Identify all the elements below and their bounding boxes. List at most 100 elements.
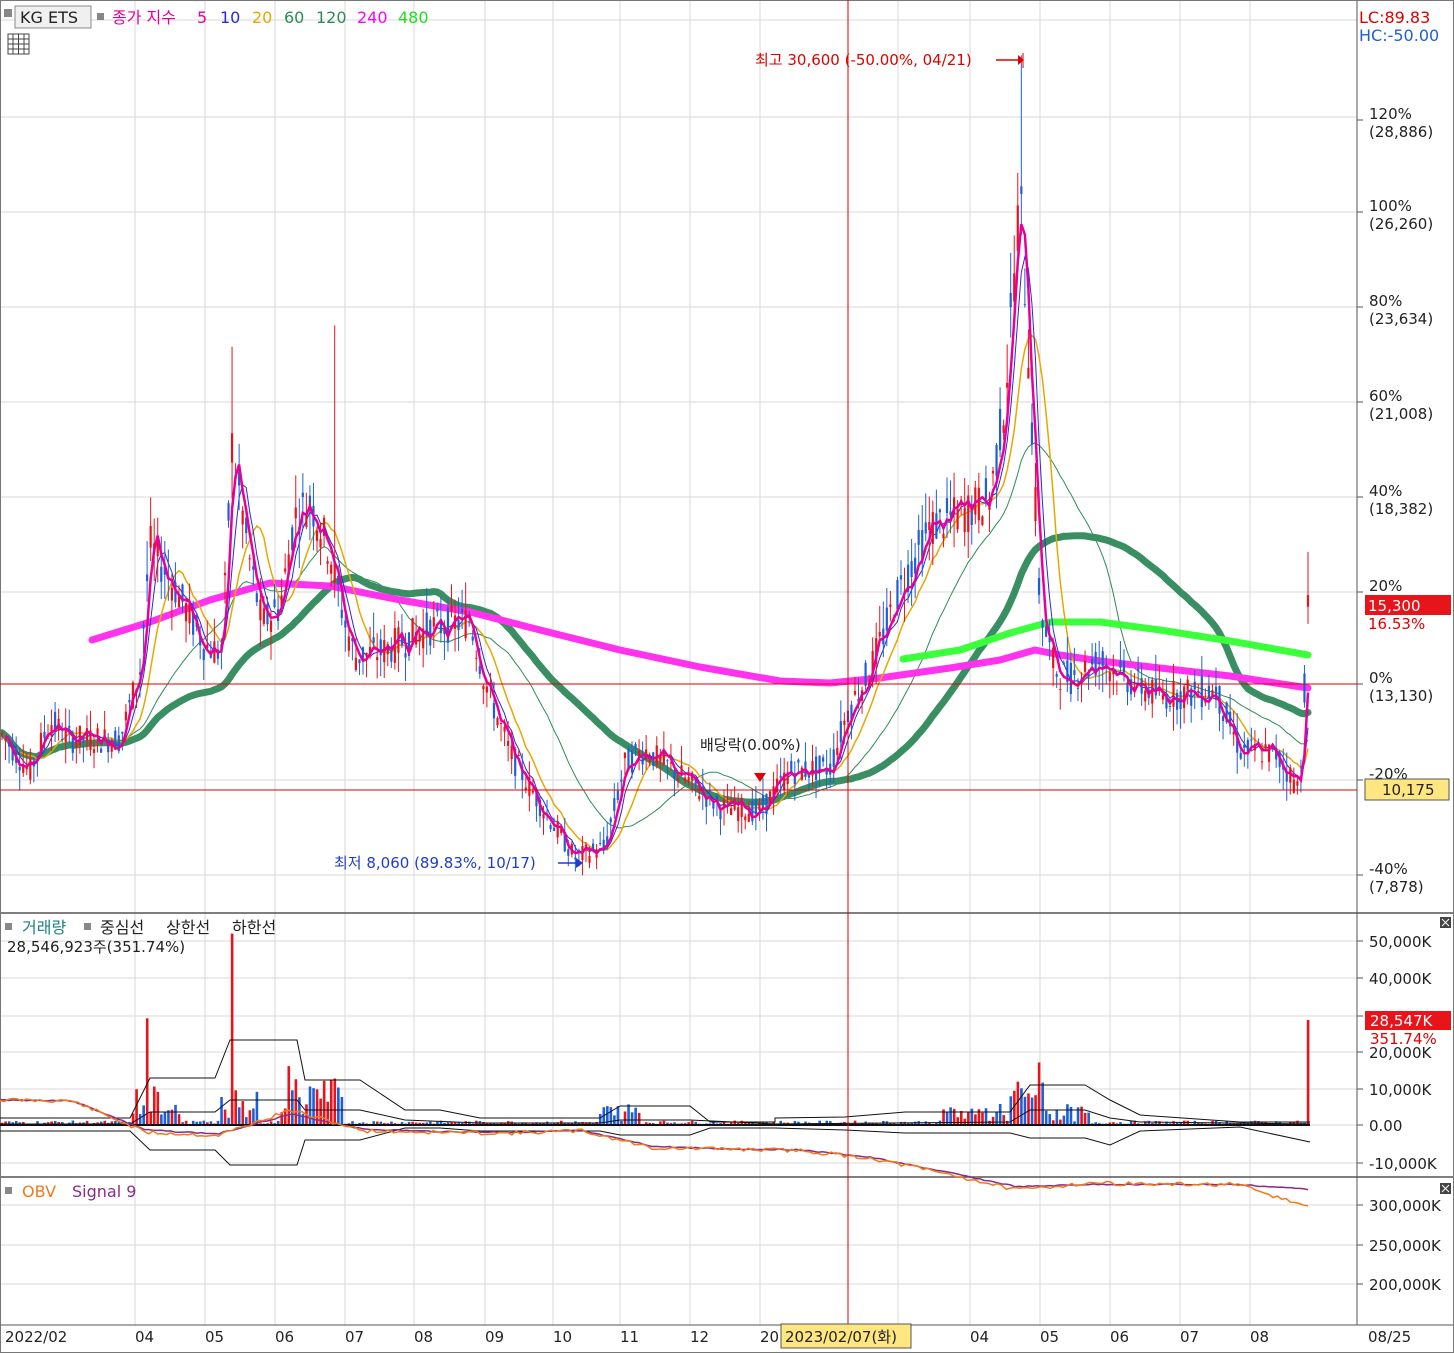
volume-title[interactable]: 거래량: [22, 918, 66, 937]
volume-bar: [1055, 1109, 1059, 1125]
candle-body: [1009, 292, 1012, 308]
candle-body: [29, 757, 32, 780]
candle-body: [1037, 578, 1041, 595]
candle-body: [1076, 687, 1080, 689]
volume-bar: [981, 1112, 984, 1125]
candle-body: [248, 558, 251, 560]
volume-bar: [308, 1086, 312, 1125]
candle-body: [822, 757, 825, 762]
candle-body: [1172, 681, 1175, 707]
candle-body: [78, 725, 81, 746]
candle-body: [719, 811, 722, 820]
candle-body: [1296, 781, 1299, 786]
candle-body: [1200, 675, 1203, 708]
candle-body: [496, 717, 499, 726]
ma-legend-60[interactable]: 60: [284, 8, 304, 27]
candle-body: [889, 604, 892, 607]
candle-body: [1250, 739, 1253, 741]
volume-legend-upper[interactable]: 상한선: [166, 918, 210, 937]
stock-chart-window[interactable]: KG ETS 종가 지수 5 10 20 60 120 240 480 LC:89.83 H…: [0, 0, 1454, 1353]
crosshair-date-label: 2023/02/07(화): [785, 1328, 897, 1346]
candle-body: [1069, 662, 1072, 695]
candle-body: [184, 603, 188, 622]
candle-body: [914, 557, 917, 574]
candle-body: [956, 508, 959, 530]
symbol-label[interactable]: KG ETS: [20, 8, 78, 27]
candle-body: [230, 433, 234, 463]
volume-bar: [227, 1117, 230, 1125]
candle-body: [1073, 669, 1076, 675]
candle-body: [301, 492, 304, 498]
candle-body: [461, 609, 464, 613]
candle-body: [160, 566, 163, 582]
candle-body: [223, 572, 227, 576]
ma-legend-480[interactable]: 480: [398, 8, 429, 27]
candle-body: [977, 487, 980, 521]
obv-signal-label[interactable]: Signal 9: [72, 1182, 136, 1201]
x-axis-label: 2022/02: [5, 1328, 67, 1346]
candle-body: [269, 620, 273, 632]
candle-body: [1137, 669, 1140, 672]
candle-body: [896, 580, 899, 610]
candle-body: [613, 798, 616, 811]
price-y-value-label: (23,634): [1369, 310, 1433, 328]
price-indicator-label[interactable]: 종가 지수: [112, 8, 176, 27]
candle-body: [620, 779, 623, 782]
candle-body: [71, 737, 74, 753]
x-axis-label: 05: [1040, 1328, 1059, 1346]
volume-bar: [945, 1112, 949, 1125]
candle-body: [330, 564, 333, 574]
volume-y-label: 0.00: [1369, 1117, 1402, 1135]
candle-body: [1243, 744, 1246, 749]
table-icon[interactable]: [7, 33, 30, 55]
candle-body: [429, 619, 432, 646]
candle-body: [843, 720, 846, 725]
candle-body: [864, 662, 867, 686]
obv-close-icon[interactable]: [1440, 1183, 1451, 1194]
candle-body: [344, 620, 347, 628]
volume-bar: [616, 1106, 620, 1125]
candle-body: [457, 620, 460, 631]
x-axis-label: 07: [345, 1328, 364, 1346]
candle-body: [744, 816, 747, 821]
candle-body: [737, 807, 740, 822]
current-price-label: 15,300: [1368, 597, 1421, 615]
volume-bar: [160, 1114, 163, 1125]
candle-body: [315, 530, 319, 541]
volume-bar: [623, 1111, 627, 1125]
candle-body: [938, 509, 942, 513]
candle-body: [146, 574, 149, 582]
candle-body: [712, 802, 715, 809]
price-y-value-label: (21,008): [1369, 405, 1433, 423]
candle-body: [588, 855, 591, 863]
volume-y-label: 50,000K: [1369, 933, 1432, 951]
candle-body: [648, 760, 651, 762]
candle-body: [542, 813, 545, 819]
candle-body: [885, 607, 888, 631]
candle-body: [928, 522, 931, 531]
candle-body: [687, 777, 690, 782]
candle-body: [1055, 674, 1058, 677]
ma-legend-10[interactable]: 10: [220, 8, 240, 27]
candle-body: [1292, 779, 1295, 793]
candle-body: [4, 738, 7, 741]
candle-body: [1175, 692, 1179, 710]
candle-body: [818, 755, 821, 770]
candle-body: [1122, 661, 1126, 673]
price-y-pct-label: 40%: [1369, 482, 1402, 500]
ma-legend-20[interactable]: 20: [252, 8, 272, 27]
candle-body: [1260, 761, 1264, 763]
candle-body: [698, 796, 701, 800]
volume-close-icon[interactable]: [1440, 917, 1451, 928]
candle-body: [507, 740, 510, 746]
ma-legend-120[interactable]: 120: [316, 8, 347, 27]
candle-body: [464, 610, 467, 639]
price-y-pct-label: 100%: [1369, 197, 1412, 215]
obv-title[interactable]: OBV: [22, 1182, 56, 1201]
ma-legend-240[interactable]: 240: [357, 8, 388, 27]
volume-legend-lower[interactable]: 하한선: [232, 918, 276, 937]
volume-legend-center[interactable]: 중심선: [100, 918, 144, 937]
candle-body: [436, 608, 439, 612]
candle-body: [1020, 186, 1023, 194]
ma-legend-5[interactable]: 5: [197, 8, 207, 27]
